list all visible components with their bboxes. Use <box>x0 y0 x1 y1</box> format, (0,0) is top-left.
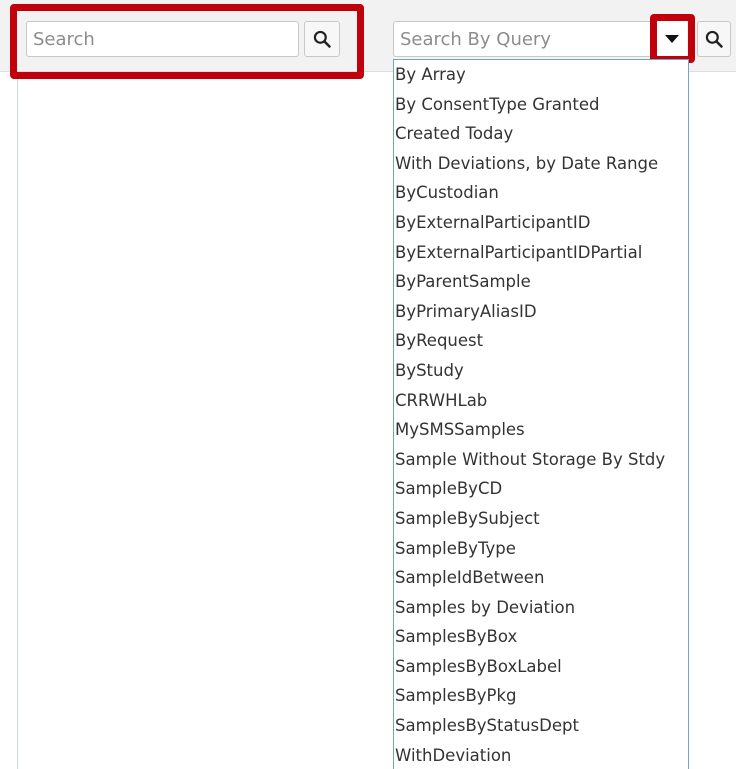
dropdown-item[interactable]: ByCustodian <box>394 178 688 208</box>
dropdown-item[interactable]: ByParentSample <box>394 267 688 297</box>
dropdown-item[interactable]: ByExternalParticipantIDPartial <box>394 238 688 268</box>
dropdown-item[interactable]: Sample Without Storage By Stdy <box>394 445 688 475</box>
dropdown-item[interactable]: ByPrimaryAliasID <box>394 297 688 327</box>
search-input-highlight <box>10 4 364 79</box>
query-search-button[interactable] <box>697 21 731 57</box>
dropdown-item[interactable]: By ConsentType Granted <box>394 90 688 120</box>
dropdown-item[interactable]: ByExternalParticipantID <box>394 208 688 238</box>
dropdown-item[interactable]: SamplesByBox <box>394 622 688 652</box>
dropdown-item[interactable]: SamplesByStatusDept <box>394 711 688 741</box>
query-search-input[interactable] <box>393 21 656 57</box>
dropdown-item[interactable]: SampleBySubject <box>394 504 688 534</box>
dropdown-item[interactable]: Created Today <box>394 119 688 149</box>
dropdown-button-highlight <box>650 14 695 63</box>
query-dropdown-list: By Array By ConsentType Granted Created … <box>393 59 689 769</box>
dropdown-item[interactable]: SampleIdBetween <box>394 563 688 593</box>
left-border-line <box>17 72 18 769</box>
dropdown-item[interactable]: With Deviations, by Date Range <box>394 149 688 179</box>
dropdown-item[interactable]: SampleByCD <box>394 474 688 504</box>
dropdown-item[interactable]: By Array <box>394 60 688 90</box>
dropdown-item[interactable]: WithDeviation <box>394 741 688 769</box>
dropdown-item[interactable]: ByStudy <box>394 356 688 386</box>
dropdown-item[interactable]: CRRWHLab <box>394 386 688 416</box>
dropdown-item[interactable]: ByRequest <box>394 326 688 356</box>
dropdown-item[interactable]: Samples by Deviation <box>394 593 688 623</box>
dropdown-item[interactable]: SamplesByBoxLabel <box>394 652 688 682</box>
dropdown-item[interactable]: MySMSSamples <box>394 415 688 445</box>
search-icon <box>705 30 723 48</box>
dropdown-item[interactable]: SampleByType <box>394 534 688 564</box>
dropdown-item[interactable]: SamplesByPkg <box>394 681 688 711</box>
query-search-page: By Array By ConsentType Granted Created … <box>0 0 736 769</box>
